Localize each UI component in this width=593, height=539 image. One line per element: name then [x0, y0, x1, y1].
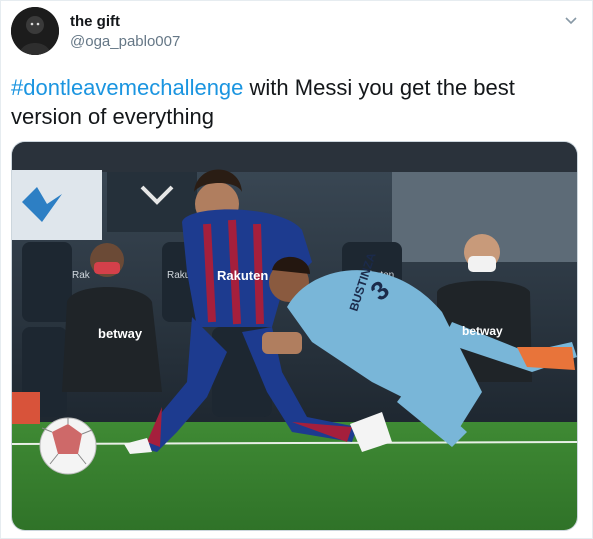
- display-name[interactable]: the gift: [70, 13, 120, 30]
- shirt-sponsor-rakuten: Rakuten: [217, 268, 268, 283]
- hashtag-link[interactable]: #dontleavemechallenge: [11, 75, 243, 100]
- tweet-card: the gift @oga_pablo007 #dontleavemechall…: [0, 0, 593, 539]
- tweet-text: #dontleavemechallenge with Messi you get…: [11, 73, 571, 131]
- shirt-sponsor-betway-left: betway: [98, 326, 143, 341]
- football-photo: Rakuten Rakuten Rak betway: [12, 142, 577, 530]
- user-handle[interactable]: @oga_pablo007: [70, 33, 180, 50]
- ad-board-rakuten-3: Rak: [72, 270, 91, 281]
- chevron-down-icon[interactable]: [562, 11, 580, 29]
- tweet-text-line1: with Messi you get the best: [243, 75, 515, 100]
- avatar-image: [11, 7, 59, 55]
- shirt-sponsor-betway-right: betway: [462, 324, 503, 338]
- avatar[interactable]: [11, 7, 59, 55]
- tweet-media-photo[interactable]: Rakuten Rakuten Rak betway: [11, 141, 578, 531]
- tweet-text-line2: version of everything: [11, 104, 214, 129]
